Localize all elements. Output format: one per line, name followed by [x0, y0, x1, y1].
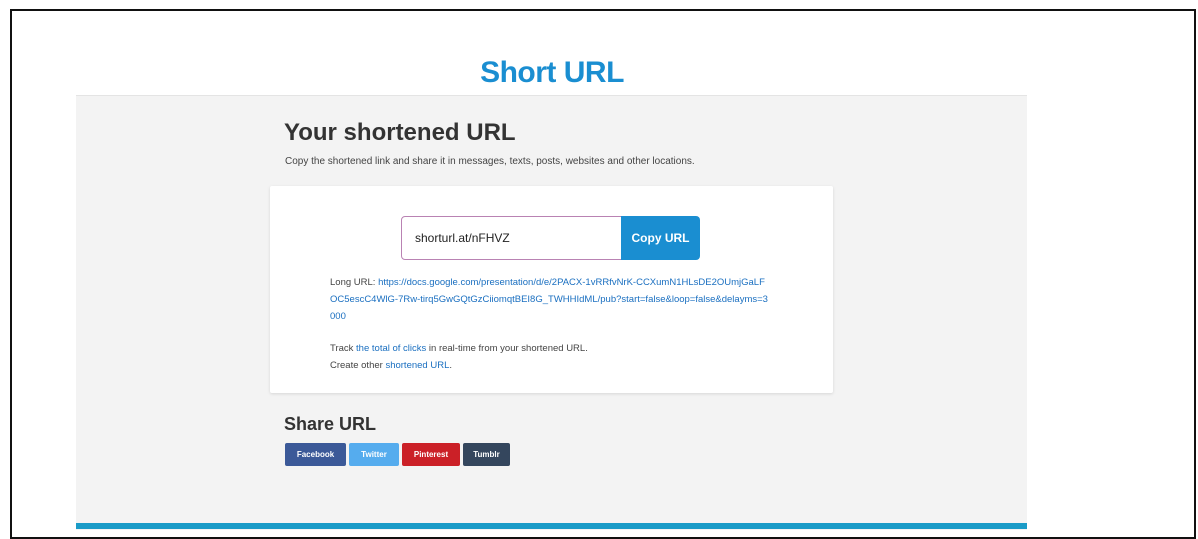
twitter-share-button[interactable]: Twitter — [349, 443, 399, 466]
result-heading: Your shortened URL — [284, 119, 516, 146]
total-clicks-link[interactable]: the total of clicks — [356, 343, 426, 354]
short-url-input[interactable] — [401, 216, 623, 260]
create-shortened-url-link[interactable]: shortened URL — [385, 360, 449, 371]
create-prefix: Create other — [330, 360, 383, 371]
site-title: Short URL — [480, 56, 624, 90]
share-heading: Share URL — [284, 414, 377, 434]
long-url-label: Long URL: — [330, 277, 376, 288]
track-clicks-line: Track the total of clicks in real-time f… — [330, 340, 770, 357]
url-info: Long URL: https://docs.google.com/presen… — [330, 274, 770, 374]
footer-bar — [76, 523, 1027, 529]
long-url-line: Long URL: https://docs.google.com/presen… — [330, 274, 770, 325]
create-other-line: Create other shortened URL. — [330, 357, 770, 374]
pinterest-share-button[interactable]: Pinterest — [402, 443, 460, 466]
create-suffix: . — [449, 360, 452, 371]
facebook-share-button[interactable]: Facebook — [285, 443, 346, 466]
result-description: Copy the shortened link and share it in … — [285, 156, 695, 167]
share-buttons: Facebook Twitter Pinterest Tumblr — [285, 443, 510, 466]
track-suffix: in real-time from your shortened URL. — [428, 343, 588, 354]
tumblr-share-button[interactable]: Tumblr — [463, 443, 510, 466]
long-url-link[interactable]: https://docs.google.com/presentation/d/e… — [330, 277, 768, 322]
track-prefix: Track — [330, 343, 354, 354]
copy-url-button[interactable]: Copy URL — [621, 216, 700, 260]
